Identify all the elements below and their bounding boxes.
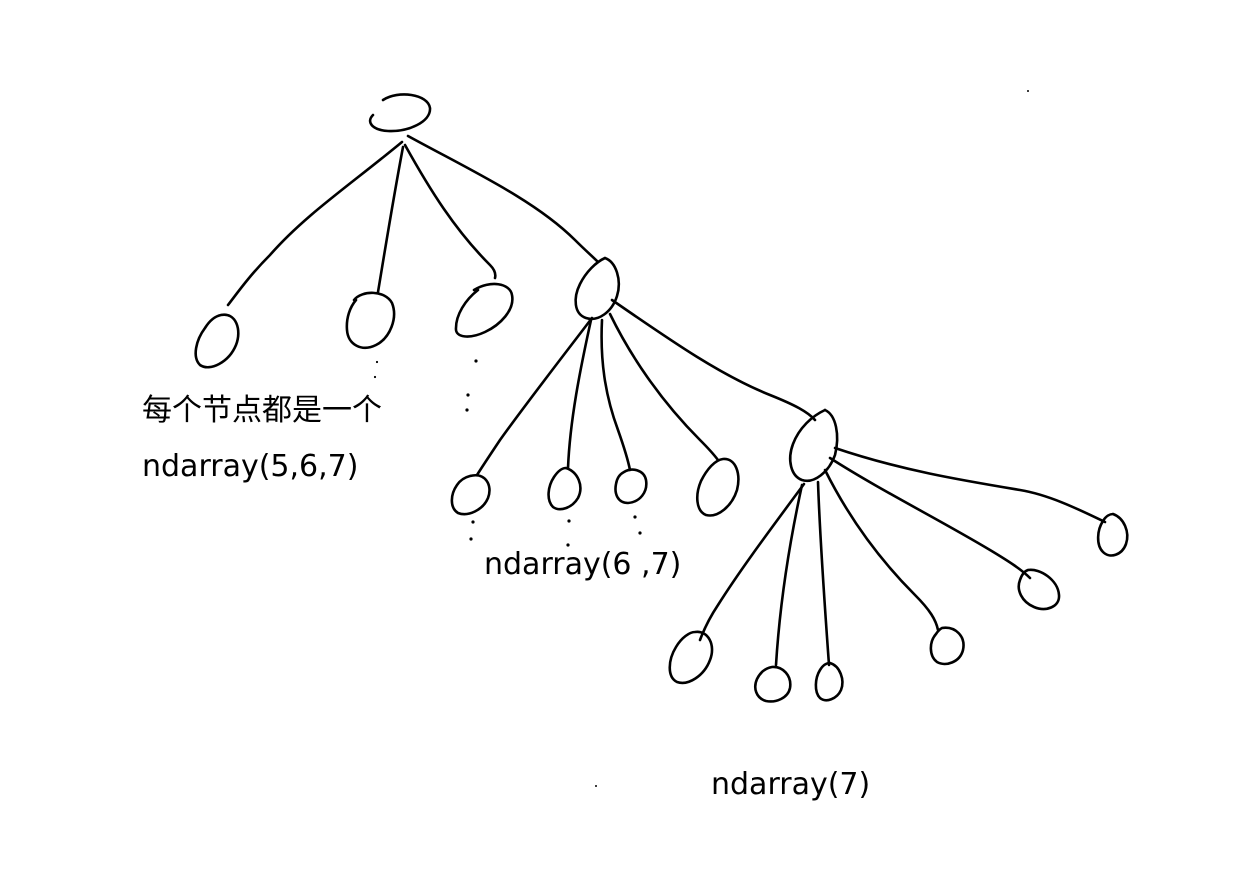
node-l3-5: [1017, 568, 1061, 611]
ellipsis-dot: [567, 519, 571, 523]
label-mid-shape: ndarray(6 ,7): [484, 547, 682, 582]
ellipsis-dot: [466, 393, 470, 397]
node-l3-6: [1096, 512, 1129, 557]
edge-l1-l2-2: [566, 318, 593, 470]
edge-l1-l2-5: [610, 298, 817, 422]
node-l2-2: [547, 466, 582, 511]
node-l2-5: [789, 408, 839, 483]
ellipsis-dot: [469, 537, 473, 541]
ellipsis-dot: [471, 520, 475, 524]
label-root-shape: ndarray(5,6,7): [142, 449, 359, 484]
edge-l2-l3-3: [816, 480, 831, 667]
ellipsis-dot: [633, 515, 637, 519]
edge-l2-l3-5: [828, 456, 1032, 580]
ellipsis-dot: [375, 360, 379, 364]
node-l3-1: [668, 630, 714, 685]
node-l2-3: [614, 468, 648, 505]
node-l1-1: [194, 313, 240, 369]
node-l3-2: [754, 665, 792, 703]
node-l2-1: [450, 473, 491, 516]
node-l3-3: [814, 661, 844, 702]
node-l1-4: [574, 256, 621, 321]
label-leaf-shape: ndarray(7): [711, 767, 871, 802]
node-l1-3: [454, 282, 514, 338]
node-l3-4: [929, 626, 965, 666]
edge-l2-l3-2: [774, 483, 804, 667]
ellipsis-dot: [465, 408, 469, 412]
edge-l2-l3-4: [823, 468, 940, 632]
root-node: [368, 93, 432, 133]
ellipsis-dot: [373, 375, 377, 379]
edge-root-child3: [403, 143, 497, 280]
node-l2-4: [696, 457, 740, 517]
ellipsis-dot: [474, 359, 478, 363]
stray-dot: [1027, 90, 1029, 92]
stray-dot: [595, 785, 597, 787]
edge-root-child2: [376, 145, 405, 294]
node-l1-2: [345, 291, 396, 350]
label-root-description: 每个节点都是一个: [142, 393, 382, 428]
ellipsis-dot: [638, 531, 642, 535]
tree-drawing: [194, 90, 1129, 787]
edge-root-child1: [226, 140, 404, 307]
